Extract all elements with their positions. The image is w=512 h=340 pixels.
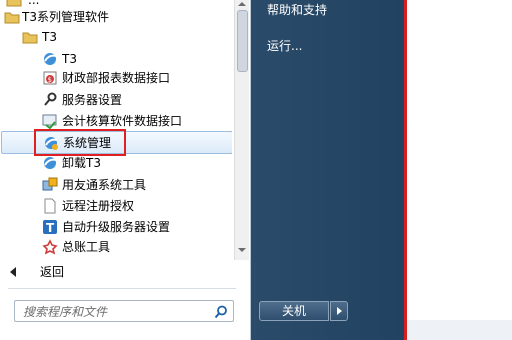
help-and-support-link[interactable]: 帮助和支持 — [267, 1, 327, 18]
report-interface-icon: $ — [42, 70, 58, 86]
program-report-interface[interactable]: $ 财政部报表数据接口 — [0, 67, 232, 89]
program-ledger-tools[interactable]: 总账工具 — [0, 236, 232, 258]
background-window — [407, 0, 512, 340]
shutdown-control: 关机 — [259, 301, 351, 321]
svg-text:$: $ — [48, 76, 52, 84]
divider — [8, 288, 236, 289]
ledger-tool-icon — [42, 239, 58, 255]
chevron-right-icon — [337, 307, 342, 315]
scroll-up-icon[interactable] — [238, 2, 246, 6]
program-system-tools[interactable]: 用友通系统工具 — [0, 174, 232, 196]
highlight-box — [34, 129, 126, 156]
t3-app-icon — [42, 51, 58, 67]
start-menu-programs-pane: ... T3系列管理软件 T3 T3 $ 财政部报表数据接口 服务器设置 会计核… — [0, 0, 251, 340]
window-bottom-bar — [407, 320, 512, 340]
svg-text:T: T — [46, 221, 55, 235]
search-input[interactable] — [21, 302, 205, 322]
back-arrow-icon — [10, 267, 16, 277]
program-auto-upgrade-settings[interactable]: T 自动升级服务器设置 — [0, 216, 232, 238]
folder-icon — [22, 29, 38, 45]
tools-icon — [42, 177, 58, 193]
folder-t3-series[interactable]: T3系列管理软件 — [0, 6, 232, 28]
start-menu-right-pane: 帮助和支持 运行... 关机 — [251, 0, 406, 340]
program-remote-registration[interactable]: 远程注册授权 — [0, 195, 232, 217]
key-wrench-icon — [42, 92, 58, 108]
folder-t3[interactable]: T3 — [0, 26, 232, 48]
program-server-settings[interactable]: 服务器设置 — [0, 89, 232, 111]
scrollbar-thumb[interactable] — [237, 10, 248, 72]
run-link[interactable]: 运行... — [267, 37, 302, 54]
t-logo-icon: T — [42, 219, 58, 235]
uninstall-icon — [42, 155, 58, 171]
search-icon[interactable] — [214, 304, 228, 323]
scroll-down-icon[interactable] — [238, 248, 246, 252]
search-box[interactable] — [14, 300, 234, 322]
document-icon — [42, 198, 58, 214]
program-list-scrollbar[interactable] — [234, 0, 249, 260]
shutdown-options-button[interactable] — [330, 301, 348, 321]
back-button[interactable]: 返回 — [0, 262, 232, 282]
accounting-interface-icon — [42, 113, 58, 130]
shutdown-button[interactable]: 关机 — [259, 301, 329, 321]
folder-icon — [4, 9, 20, 25]
